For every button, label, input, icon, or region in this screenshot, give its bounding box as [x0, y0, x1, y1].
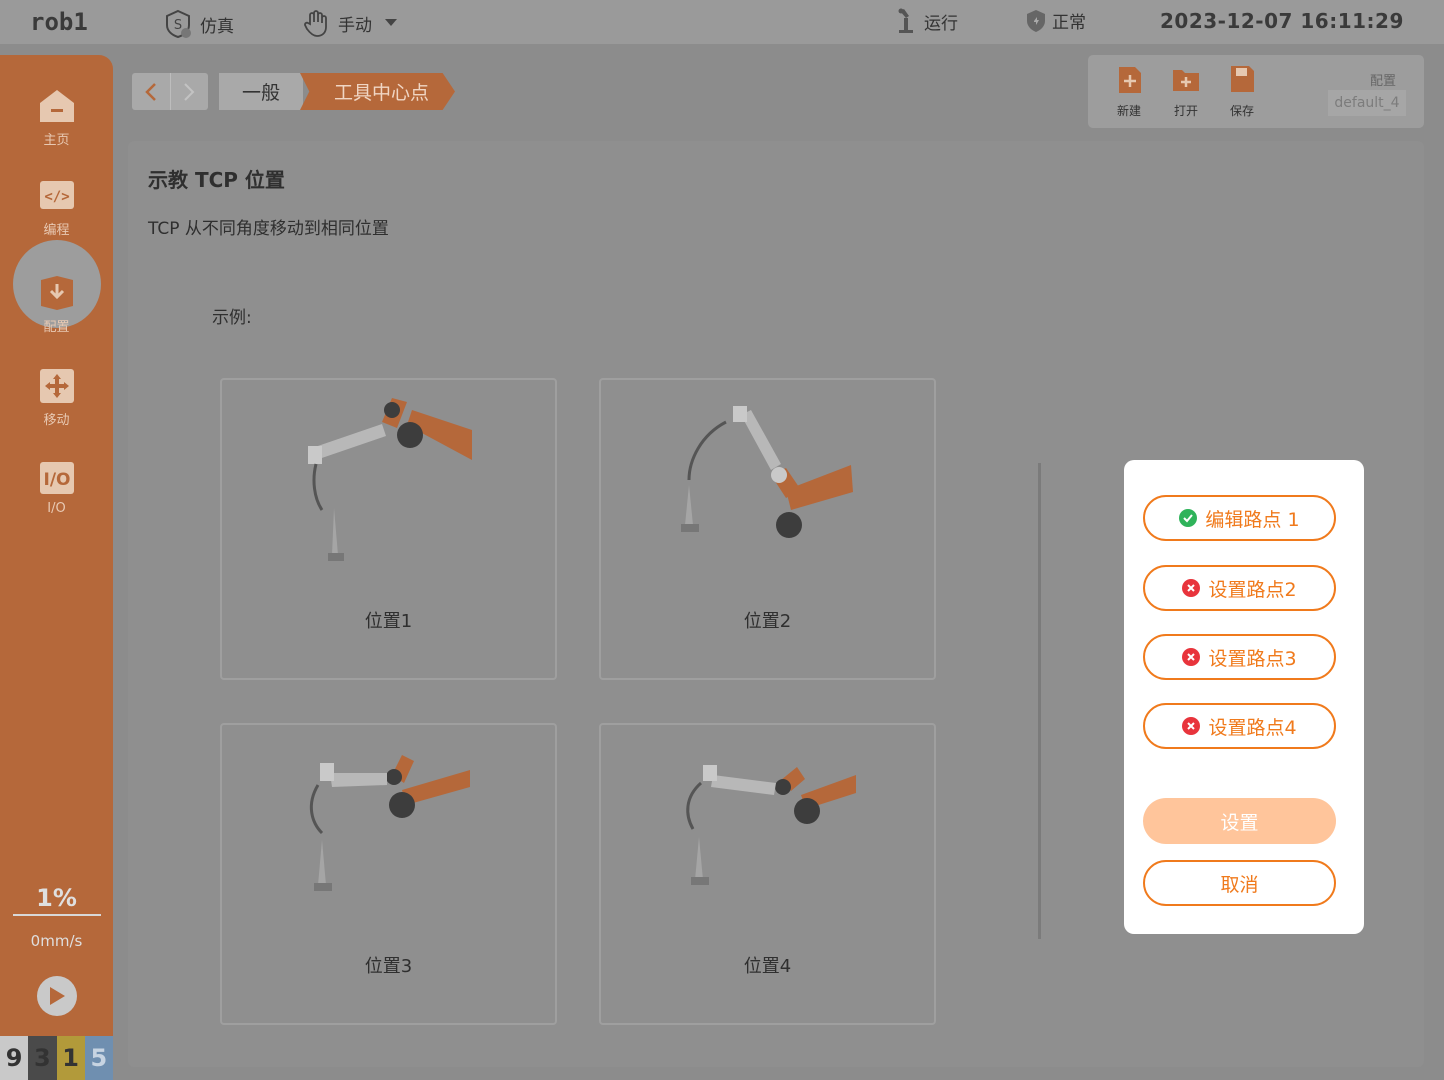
- sidebar-item-io[interactable]: I/O I/O: [0, 459, 113, 516]
- config-name[interactable]: default_4: [1328, 90, 1406, 116]
- waypoint-4-label: 设置路点4: [1208, 716, 1297, 739]
- set-button[interactable]: 设置: [1143, 798, 1336, 844]
- robot-arm-illustration: [308, 398, 472, 561]
- new-file-icon: [1119, 67, 1141, 93]
- set-waypoint-4-button[interactable]: 设置路点4: [1143, 703, 1336, 749]
- robot-arm-illustration: [686, 765, 856, 885]
- position-caption-2: 位置2: [743, 611, 792, 632]
- sidebar-item-home-label: 主页: [43, 133, 70, 148]
- safety-status-label: 正常: [1052, 13, 1086, 33]
- sidebar-item-home[interactable]: 主页: [0, 87, 113, 148]
- position-card-4: 位置4: [599, 723, 936, 1025]
- open-button[interactable]: 打开: [1166, 63, 1206, 119]
- robot-arm-illustration: [309, 755, 470, 891]
- position-card-3: 位置3: [220, 723, 557, 1025]
- io-icon: I/O: [39, 462, 74, 494]
- robot-name: rob1: [30, 8, 88, 36]
- counter-4: 5: [84, 1036, 113, 1080]
- counter-3: 1: [56, 1036, 85, 1080]
- position-caption-3: 位置3: [364, 956, 413, 977]
- new-button[interactable]: 新建: [1109, 63, 1149, 119]
- svg-text:I/O: I/O: [43, 470, 70, 490]
- safety-status: 正常: [1026, 8, 1086, 33]
- svg-text:</>: </>: [44, 189, 69, 205]
- waypoint-popup: 编辑路点 1 设置路点2 设置路点3 设置路点4 设置 取消: [1124, 460, 1364, 934]
- play-button[interactable]: [37, 976, 77, 1016]
- waypoint-1-label: 编辑路点 1: [1205, 508, 1300, 531]
- check-circle-icon: [1179, 509, 1198, 527]
- cancel-button[interactable]: 取消: [1143, 860, 1336, 906]
- svg-text:S: S: [174, 18, 182, 33]
- error-circle-icon: [1182, 717, 1201, 735]
- page-title: 示教 TCP 位置: [148, 168, 285, 192]
- chevron-left-icon: [144, 82, 156, 101]
- waypoint-2-label: 设置路点2: [1208, 578, 1297, 601]
- position-caption-1: 位置1: [364, 611, 413, 632]
- speed-divider: [13, 914, 101, 916]
- position-caption-4: 位置4: [743, 956, 792, 977]
- code-icon: </>: [39, 181, 74, 209]
- position-card-2: 位置2: [599, 378, 936, 680]
- position-card-1: 位置1: [220, 378, 557, 680]
- sidebar: 主页 </> 编程 配置 移动 I/O I/O: [0, 55, 113, 1080]
- error-circle-icon: [1182, 648, 1201, 666]
- save-button[interactable]: 保存: [1222, 63, 1262, 119]
- save-label: 保存: [1229, 104, 1254, 118]
- sidebar-item-io-label: I/O: [47, 501, 66, 516]
- home-icon: [39, 90, 74, 122]
- manual-label: 手动: [338, 15, 372, 36]
- simulation-label: 仿真: [200, 16, 234, 37]
- sidebar-item-programming-label: 编程: [43, 223, 70, 238]
- save-icon: [1231, 66, 1254, 92]
- run-status-label: 运行: [924, 13, 958, 34]
- run-status: 运行: [896, 8, 958, 34]
- top-bar: rob1 S 仿真 手动 运行 正常 2023-12-07 16:11:29: [0, 0, 1444, 44]
- open-folder-icon: [1173, 70, 1199, 91]
- config-label: 配置: [1370, 74, 1397, 89]
- forward-button[interactable]: [169, 73, 209, 110]
- robot-arm-icon: [898, 8, 913, 33]
- sidebar-item-programming[interactable]: </> 编程: [0, 177, 113, 238]
- config-icon: [40, 276, 73, 310]
- sidebar-item-config[interactable]: 配置: [0, 240, 113, 335]
- sidebar-item-move-label: 移动: [43, 413, 70, 428]
- new-label: 新建: [1116, 104, 1141, 118]
- chevron-down-icon: [385, 19, 397, 26]
- back-button[interactable]: [132, 73, 170, 110]
- page-subtitle: TCP 从不同角度移动到相同位置: [148, 219, 389, 239]
- speed-mm: 0mm/s: [30, 932, 83, 950]
- sidebar-item-config-label: 配置: [43, 320, 70, 335]
- hand-icon: [304, 10, 327, 37]
- example-label: 示例:: [212, 308, 252, 328]
- edit-waypoint-1-button[interactable]: 编辑路点 1: [1143, 495, 1336, 541]
- counter-2: 3: [28, 1036, 57, 1080]
- open-label: 打开: [1173, 104, 1198, 118]
- robot-arm-illustration: [681, 406, 853, 538]
- breadcrumb-general[interactable]: 一般: [219, 73, 303, 110]
- simulation-mode[interactable]: S 仿真: [162, 8, 234, 40]
- vertical-divider: [1038, 463, 1041, 939]
- set-waypoint-3-button[interactable]: 设置路点3: [1143, 634, 1336, 680]
- manual-mode-dropdown[interactable]: 手动: [302, 8, 398, 38]
- speed-percent[interactable]: 1%: [0, 884, 113, 912]
- error-circle-icon: [1182, 579, 1201, 597]
- simulation-icon: S: [166, 9, 191, 39]
- waypoint-3-label: 设置路点3: [1208, 647, 1297, 670]
- datetime: 2023-12-07 16:11:29: [1160, 9, 1404, 33]
- sidebar-item-move[interactable]: 移动: [0, 367, 113, 428]
- shield-icon: [1027, 9, 1045, 32]
- counter-1: 9: [0, 1036, 29, 1080]
- set-waypoint-2-button[interactable]: 设置路点2: [1143, 565, 1336, 611]
- status-counters: 9 3 1 5: [0, 1036, 113, 1080]
- breadcrumb-tcp[interactable]: 工具中心点: [300, 73, 455, 110]
- play-icon: [50, 987, 65, 1005]
- move-icon: [39, 369, 74, 403]
- chevron-right-icon: [184, 82, 195, 101]
- history-nav: [132, 73, 208, 110]
